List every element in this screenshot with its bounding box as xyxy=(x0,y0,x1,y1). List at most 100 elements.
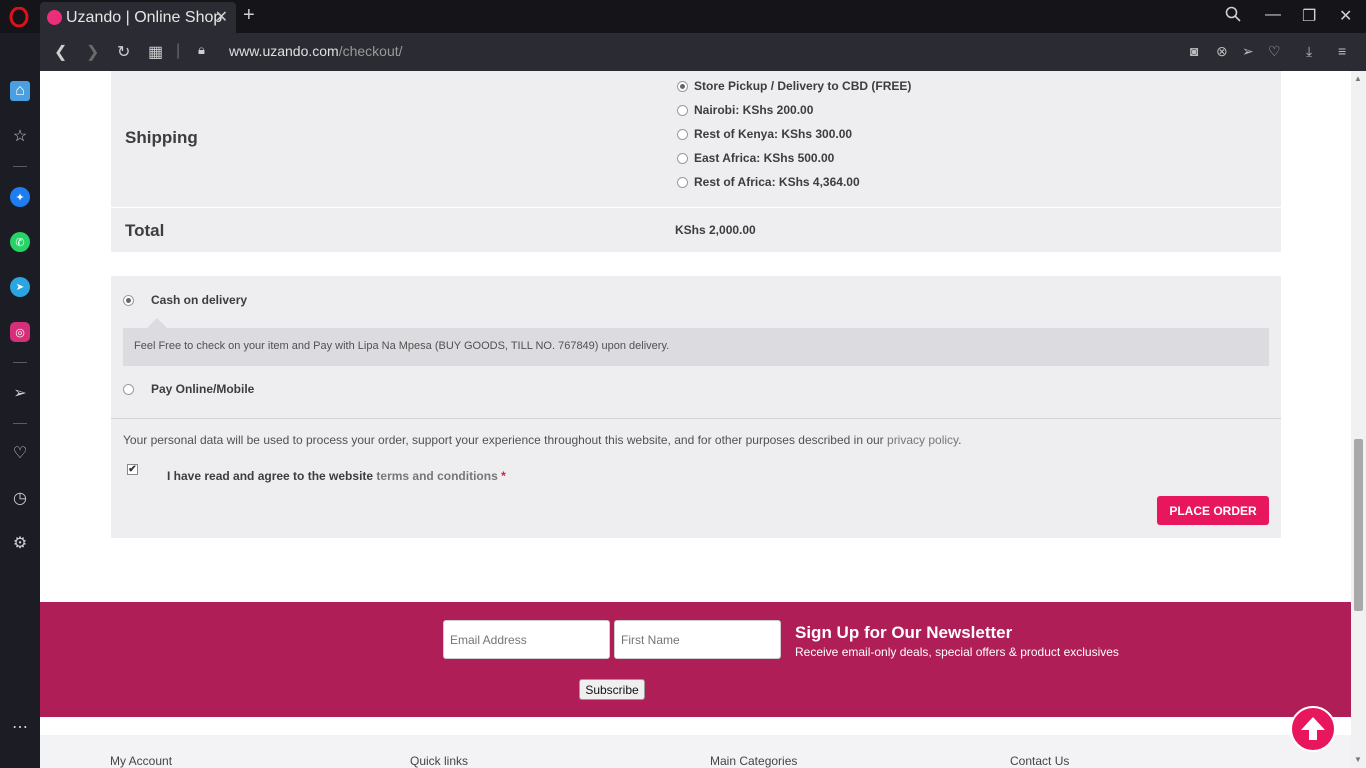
arrow-up-icon xyxy=(1301,717,1325,740)
url-host: www.uzando.com xyxy=(229,43,339,59)
privacy-notice: Your personal data will be used to proce… xyxy=(123,433,962,447)
shipping-option-rest-of-africa[interactable]: Rest of Africa: KShs 4,364.00 xyxy=(677,175,860,189)
payment-method-label: Cash on delivery xyxy=(151,293,248,307)
privacy-end: . xyxy=(958,433,962,447)
privacy-policy-link[interactable]: privacy policy xyxy=(887,433,958,447)
heart-icon[interactable]: ♡ xyxy=(1268,43,1281,60)
shipping-option-nairobi[interactable]: Nairobi: KShs 200.00 xyxy=(677,103,813,117)
shipping-option-label: Rest of Kenya: KShs 300.00 xyxy=(694,127,853,141)
shipping-radio[interactable] xyxy=(677,176,688,188)
opera-logo-icon[interactable] xyxy=(9,7,29,27)
heart-icon[interactable]: ♡ xyxy=(10,443,30,463)
search-icon[interactable] xyxy=(1225,6,1241,27)
payment-radio[interactable] xyxy=(123,383,134,395)
camera-icon[interactable]: ◙ xyxy=(1190,43,1198,59)
download-icon[interactable]: ⤓ xyxy=(1306,43,1312,60)
scroll-thumb[interactable] xyxy=(1354,439,1363,611)
shipping-option-label: Store Pickup / Delivery to CBD (FREE) xyxy=(694,79,912,93)
whatsapp-icon[interactable]: ✆ xyxy=(10,232,30,252)
required-marker: * xyxy=(501,469,506,483)
back-icon[interactable]: ❮ xyxy=(54,42,67,62)
shipping-option-label: Nairobi: KShs 200.00 xyxy=(694,103,814,117)
payment-method-online[interactable]: Pay Online/Mobile xyxy=(123,382,254,396)
sidebar-divider xyxy=(13,166,27,167)
order-review-table: Shipping Store Pickup / Delivery to CBD … xyxy=(111,71,1281,252)
payment-radio[interactable] xyxy=(123,294,134,306)
footer-heading-my-account[interactable]: My Account xyxy=(110,754,172,768)
cod-description: Feel Free to check on your item and Pay … xyxy=(123,328,1269,366)
payment-box-pointer xyxy=(147,318,167,328)
payment-method-label: Pay Online/Mobile xyxy=(151,382,255,396)
page-scrollbar[interactable]: ▲ ▼ xyxy=(1351,71,1366,768)
total-label: Total xyxy=(125,221,165,240)
shipping-radio[interactable] xyxy=(677,80,688,92)
tabs-grid-icon[interactable]: ▦ xyxy=(148,42,163,62)
row-divider xyxy=(111,207,1281,208)
subscribe-button[interactable]: Subscribe xyxy=(579,679,645,700)
home-icon[interactable]: ⌂ xyxy=(10,81,30,101)
shipping-radio[interactable] xyxy=(677,152,688,164)
new-tab-icon[interactable]: + xyxy=(243,4,255,27)
footer-heading-main-categories[interactable]: Main Categories xyxy=(710,754,797,768)
scroll-up-icon[interactable]: ▲ xyxy=(1354,74,1362,83)
browser-sidebar: ⌂ ☆ ✦ ✆ ➤ ◎ ➢ ♡ ◷ ⚙ ⋯ xyxy=(0,33,40,768)
scroll-down-icon[interactable]: ▼ xyxy=(1354,755,1362,764)
tab-title: Uzando | Online Shop xyxy=(66,9,223,26)
divider: | xyxy=(176,42,181,59)
shipping-option-label: East Africa: KShs 500.00 xyxy=(694,151,835,165)
forward-icon[interactable]: ❯ xyxy=(86,42,99,62)
minimize-icon[interactable]: — xyxy=(1265,6,1281,24)
shipping-option-rest-of-kenya[interactable]: Rest of Kenya: KShs 300.00 xyxy=(677,127,852,141)
instagram-icon[interactable]: ◎ xyxy=(10,322,30,342)
footer: My Account Quick links Main Categories C… xyxy=(40,735,1351,768)
messenger-icon[interactable]: ✦ xyxy=(10,187,30,207)
lock-icon[interactable]: 🔒︎ xyxy=(198,42,205,58)
total-value: KShs 2,000.00 xyxy=(675,223,756,237)
shipping-radio[interactable] xyxy=(677,104,688,116)
payment-section: Cash on delivery Feel Free to check on y… xyxy=(111,276,1281,538)
page-viewport: Shipping Store Pickup / Delivery to CBD … xyxy=(40,71,1351,768)
footer-heading-quick-links[interactable]: Quick links xyxy=(410,754,468,768)
history-icon[interactable]: ◷ xyxy=(10,488,30,508)
star-icon[interactable]: ☆ xyxy=(10,126,30,146)
payment-divider xyxy=(111,418,1281,419)
window-close-icon[interactable]: ✕ xyxy=(1339,6,1352,26)
footer-heading-contact-us[interactable]: Contact Us xyxy=(1010,754,1069,768)
url-field[interactable]: www.uzando.com/checkout/ xyxy=(229,43,403,59)
tab-bar: Uzando | Online Shop ✕ + — ❐ ✕ xyxy=(0,0,1366,33)
address-bar: ❮ ❯ ↻ ▦ | 🔒︎ www.uzando.com/checkout/ ◙ … xyxy=(40,33,1366,71)
url-path: /checkout/ xyxy=(338,43,403,59)
email-input[interactable] xyxy=(443,620,610,659)
reload-icon[interactable]: ↻ xyxy=(117,42,130,62)
back-to-top-button[interactable] xyxy=(1290,706,1336,752)
sidebar-divider xyxy=(13,423,27,424)
newsletter-subtitle: Receive email-only deals, special offers… xyxy=(795,645,1119,659)
place-order-button[interactable]: PLACE ORDER xyxy=(1157,496,1269,525)
settings-icon[interactable]: ⚙ xyxy=(10,533,30,553)
terms-checkbox[interactable]: ✔ xyxy=(127,464,138,475)
newsletter-title: Sign Up for Our Newsletter xyxy=(795,623,1013,642)
telegram-icon[interactable]: ➤ xyxy=(10,277,30,297)
uzando-favicon-icon xyxy=(47,10,62,25)
terms-label: I have read and agree to the website ter… xyxy=(167,469,506,483)
sidebar-divider xyxy=(13,362,27,363)
shipping-option-east-africa[interactable]: East Africa: KShs 500.00 xyxy=(677,151,834,165)
send-icon[interactable]: ➢ xyxy=(10,383,30,403)
tab-uzando[interactable]: Uzando | Online Shop ✕ xyxy=(40,2,236,33)
terms-link[interactable]: terms and conditions xyxy=(376,469,497,483)
tab-close-icon[interactable]: ✕ xyxy=(215,2,228,33)
newsletter-section: Sign Up for Our Newsletter Receive email… xyxy=(40,602,1351,717)
first-name-input[interactable] xyxy=(614,620,781,659)
terms-text: I have read and agree to the website xyxy=(167,469,377,483)
send-icon[interactable]: ➢ xyxy=(1242,43,1254,60)
shipping-label: Shipping xyxy=(125,128,198,147)
more-icon[interactable]: ⋯ xyxy=(10,717,30,737)
payment-method-cod[interactable]: Cash on delivery xyxy=(123,293,247,307)
shipping-option-label: Rest of Africa: KShs 4,364.00 xyxy=(694,175,860,189)
shipping-radio[interactable] xyxy=(677,128,688,140)
restore-icon[interactable]: ❐ xyxy=(1302,6,1316,26)
shipping-option-pickup[interactable]: Store Pickup / Delivery to CBD (FREE) xyxy=(677,79,911,93)
adblock-icon[interactable]: ⊗ xyxy=(1216,43,1228,60)
privacy-text: Your personal data will be used to proce… xyxy=(123,433,888,447)
menu-icon[interactable]: ≡ xyxy=(1338,43,1346,59)
